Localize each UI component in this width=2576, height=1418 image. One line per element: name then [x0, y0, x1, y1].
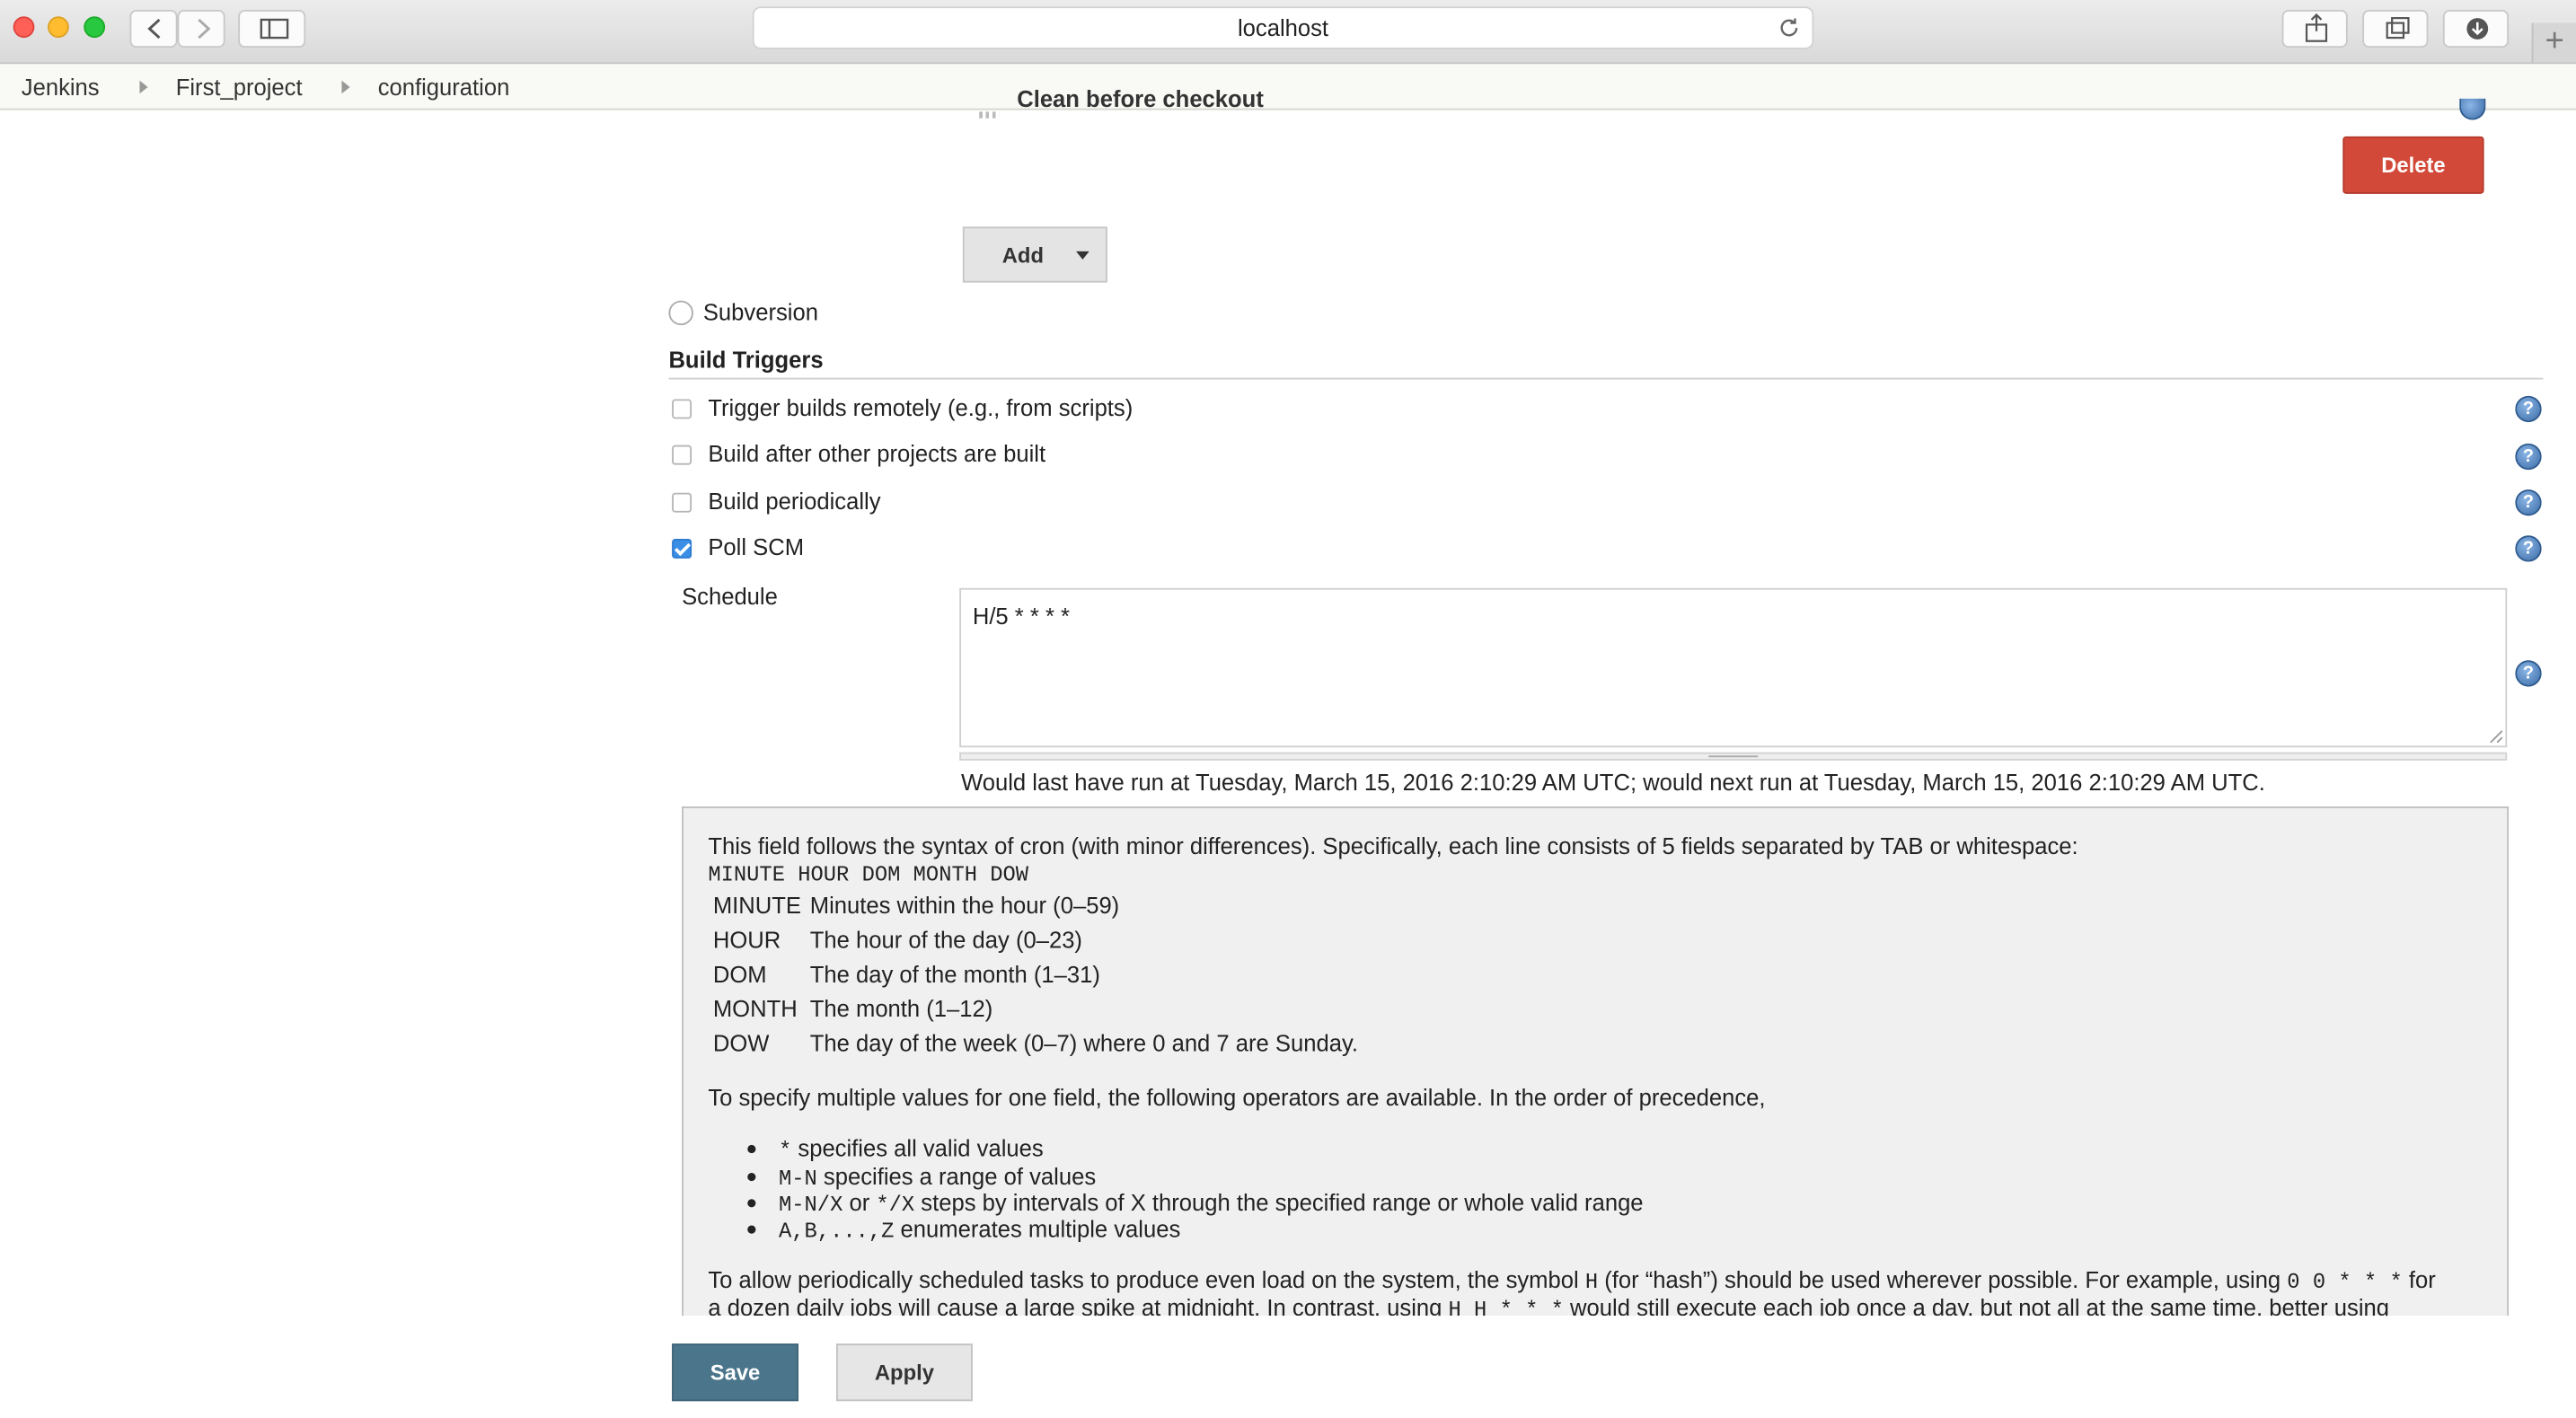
operator-text: enumerates multiple values [894, 1215, 1181, 1242]
form-action-bar [0, 1322, 2576, 1418]
field-desc: The day of the week (0–7) where 0 and 7 … [809, 1029, 1358, 1057]
zoom-window-button[interactable] [84, 16, 106, 39]
back-button[interactable] [129, 9, 178, 48]
operator-code: A,B,...,Z [778, 1219, 895, 1244]
trigger-remotely-checkbox[interactable] [672, 399, 693, 419]
field-name: MINUTE [712, 892, 802, 919]
tabs-overview-button[interactable] [2362, 9, 2429, 48]
list-item: M-N/X or */X steps by intervals of X thr… [747, 1189, 1644, 1218]
field-desc: The month (1–12) [809, 995, 993, 1022]
download-icon [2466, 18, 2489, 40]
build-periodically-label: Build periodically [708, 488, 881, 515]
operator-code: M-N/X [778, 1192, 843, 1218]
operator-code: M-N [778, 1166, 817, 1192]
list-item: M-N specifies a range of values [747, 1163, 1097, 1192]
field-name: DOM [712, 961, 767, 988]
drag-handle-icon[interactable] [979, 111, 1000, 119]
save-button[interactable]: Save [672, 1343, 798, 1402]
help-intro: This field follows the syntax of cron (w… [708, 832, 2078, 859]
field-name: HOUR [712, 926, 781, 953]
schedule-textarea[interactable]: H/5 * * * * [959, 587, 2508, 748]
hash-paragraph-line-2: a dozen daily jobs will cause a large sp… [708, 1294, 2390, 1317]
address-bar[interactable]: localhost [752, 6, 1814, 49]
field-name: DOW [712, 1029, 770, 1057]
chevron-left-icon [147, 18, 161, 40]
url-text: localhost [1237, 14, 1329, 41]
downloads-button[interactable] [2442, 9, 2510, 48]
bullet-icon [747, 1144, 756, 1154]
trigger-remotely-label: Trigger builds remotely (e.g., from scri… [708, 393, 1134, 421]
browser-toolbar: localhost + [0, 0, 2576, 65]
help-icon[interactable]: ? [2515, 489, 2542, 516]
field-desc: The hour of the day (0–23) [809, 926, 1082, 953]
grip-lines-icon [1708, 755, 1759, 758]
hash-paragraph-line-1: To allow periodically scheduled tasks to… [708, 1266, 2436, 1295]
operator-text: or [842, 1189, 877, 1216]
resize-grip-icon[interactable] [2489, 729, 2503, 744]
poll-scm-checkbox[interactable] [672, 538, 693, 559]
schedule-validation-note: Would last have run at Tuesday, March 15… [961, 769, 2265, 796]
field-desc: The day of the month (1–31) [809, 961, 1100, 988]
breadcrumb-jenkins[interactable]: Jenkins [22, 74, 100, 100]
breadcrumb-configuration[interactable]: configuration [378, 74, 510, 100]
schedule-label: Schedule [682, 583, 778, 610]
operator-text: specifies all valid values [791, 1134, 1044, 1162]
reload-icon[interactable] [1778, 16, 1801, 40]
textarea-expand-handle[interactable] [959, 752, 2508, 761]
subversion-radio[interactable] [668, 300, 693, 326]
help-format: MINUTE HOUR DOM MONTH DOW [708, 862, 1029, 887]
forward-button[interactable] [177, 9, 225, 48]
chevron-right-icon [198, 18, 211, 40]
breadcrumb: Jenkins First_project configuration [0, 64, 2576, 110]
bullet-icon [747, 1225, 756, 1234]
build-after-other-checkbox[interactable] [672, 445, 693, 465]
field-desc: Minutes within the hour (0–59) [809, 892, 1120, 919]
cron-help-panel: This field follows the syntax of cron (w… [682, 806, 2510, 1317]
delete-button[interactable]: Delete [2342, 136, 2484, 194]
scm-item-label-cut-off: Clean before checkout [1017, 88, 1264, 112]
sidebar-icon [260, 18, 289, 40]
poll-scm-label: Poll SCM [708, 533, 805, 560]
help-icon[interactable]: ? [2515, 443, 2542, 471]
bullet-icon [747, 1199, 756, 1208]
build-after-other-label: Build after other projects are built [708, 440, 1046, 467]
operator-text: steps by intervals of X through the spec… [914, 1189, 1644, 1216]
section-divider [668, 377, 2544, 380]
breadcrumb-separator-icon [341, 80, 350, 94]
new-tab-button[interactable]: + [2531, 22, 2576, 63]
bullet-icon [747, 1172, 756, 1182]
tabs-icon [2386, 17, 2410, 40]
field-name: MONTH [712, 995, 798, 1022]
add-button-label: Add [1001, 242, 1044, 269]
breadcrumb-first-project[interactable]: First_project [176, 74, 303, 100]
breadcrumb-separator-icon [139, 80, 148, 94]
list-item: A,B,...,Z enumerates multiple values [747, 1215, 1181, 1244]
operator-code: * [778, 1138, 792, 1164]
help-icon[interactable]: ? [2515, 395, 2542, 423]
operator-code: */X [876, 1192, 915, 1218]
apply-button[interactable]: Apply [836, 1343, 973, 1402]
plus-icon: + [2545, 22, 2564, 59]
share-icon [2305, 13, 2328, 42]
close-window-button[interactable] [13, 16, 35, 39]
operators-intro: To specify multiple values for one field… [708, 1084, 1766, 1111]
help-icon[interactable] [2459, 98, 2486, 120]
help-icon[interactable]: ? [2515, 660, 2542, 687]
build-periodically-checkbox[interactable] [672, 492, 693, 513]
operator-text: specifies a range of values [816, 1163, 1097, 1190]
add-button[interactable]: Add [962, 226, 1107, 283]
list-item: * specifies all valid values [747, 1134, 1044, 1164]
section-heading-build-triggers: Build Triggers [668, 346, 824, 374]
sidebar-toggle-button[interactable] [238, 9, 306, 48]
caret-down-icon [1076, 251, 1090, 260]
subversion-label: Subversion [702, 298, 818, 326]
share-button[interactable] [2281, 9, 2348, 48]
minimize-window-button[interactable] [48, 16, 69, 39]
help-icon[interactable]: ? [2515, 535, 2542, 562]
